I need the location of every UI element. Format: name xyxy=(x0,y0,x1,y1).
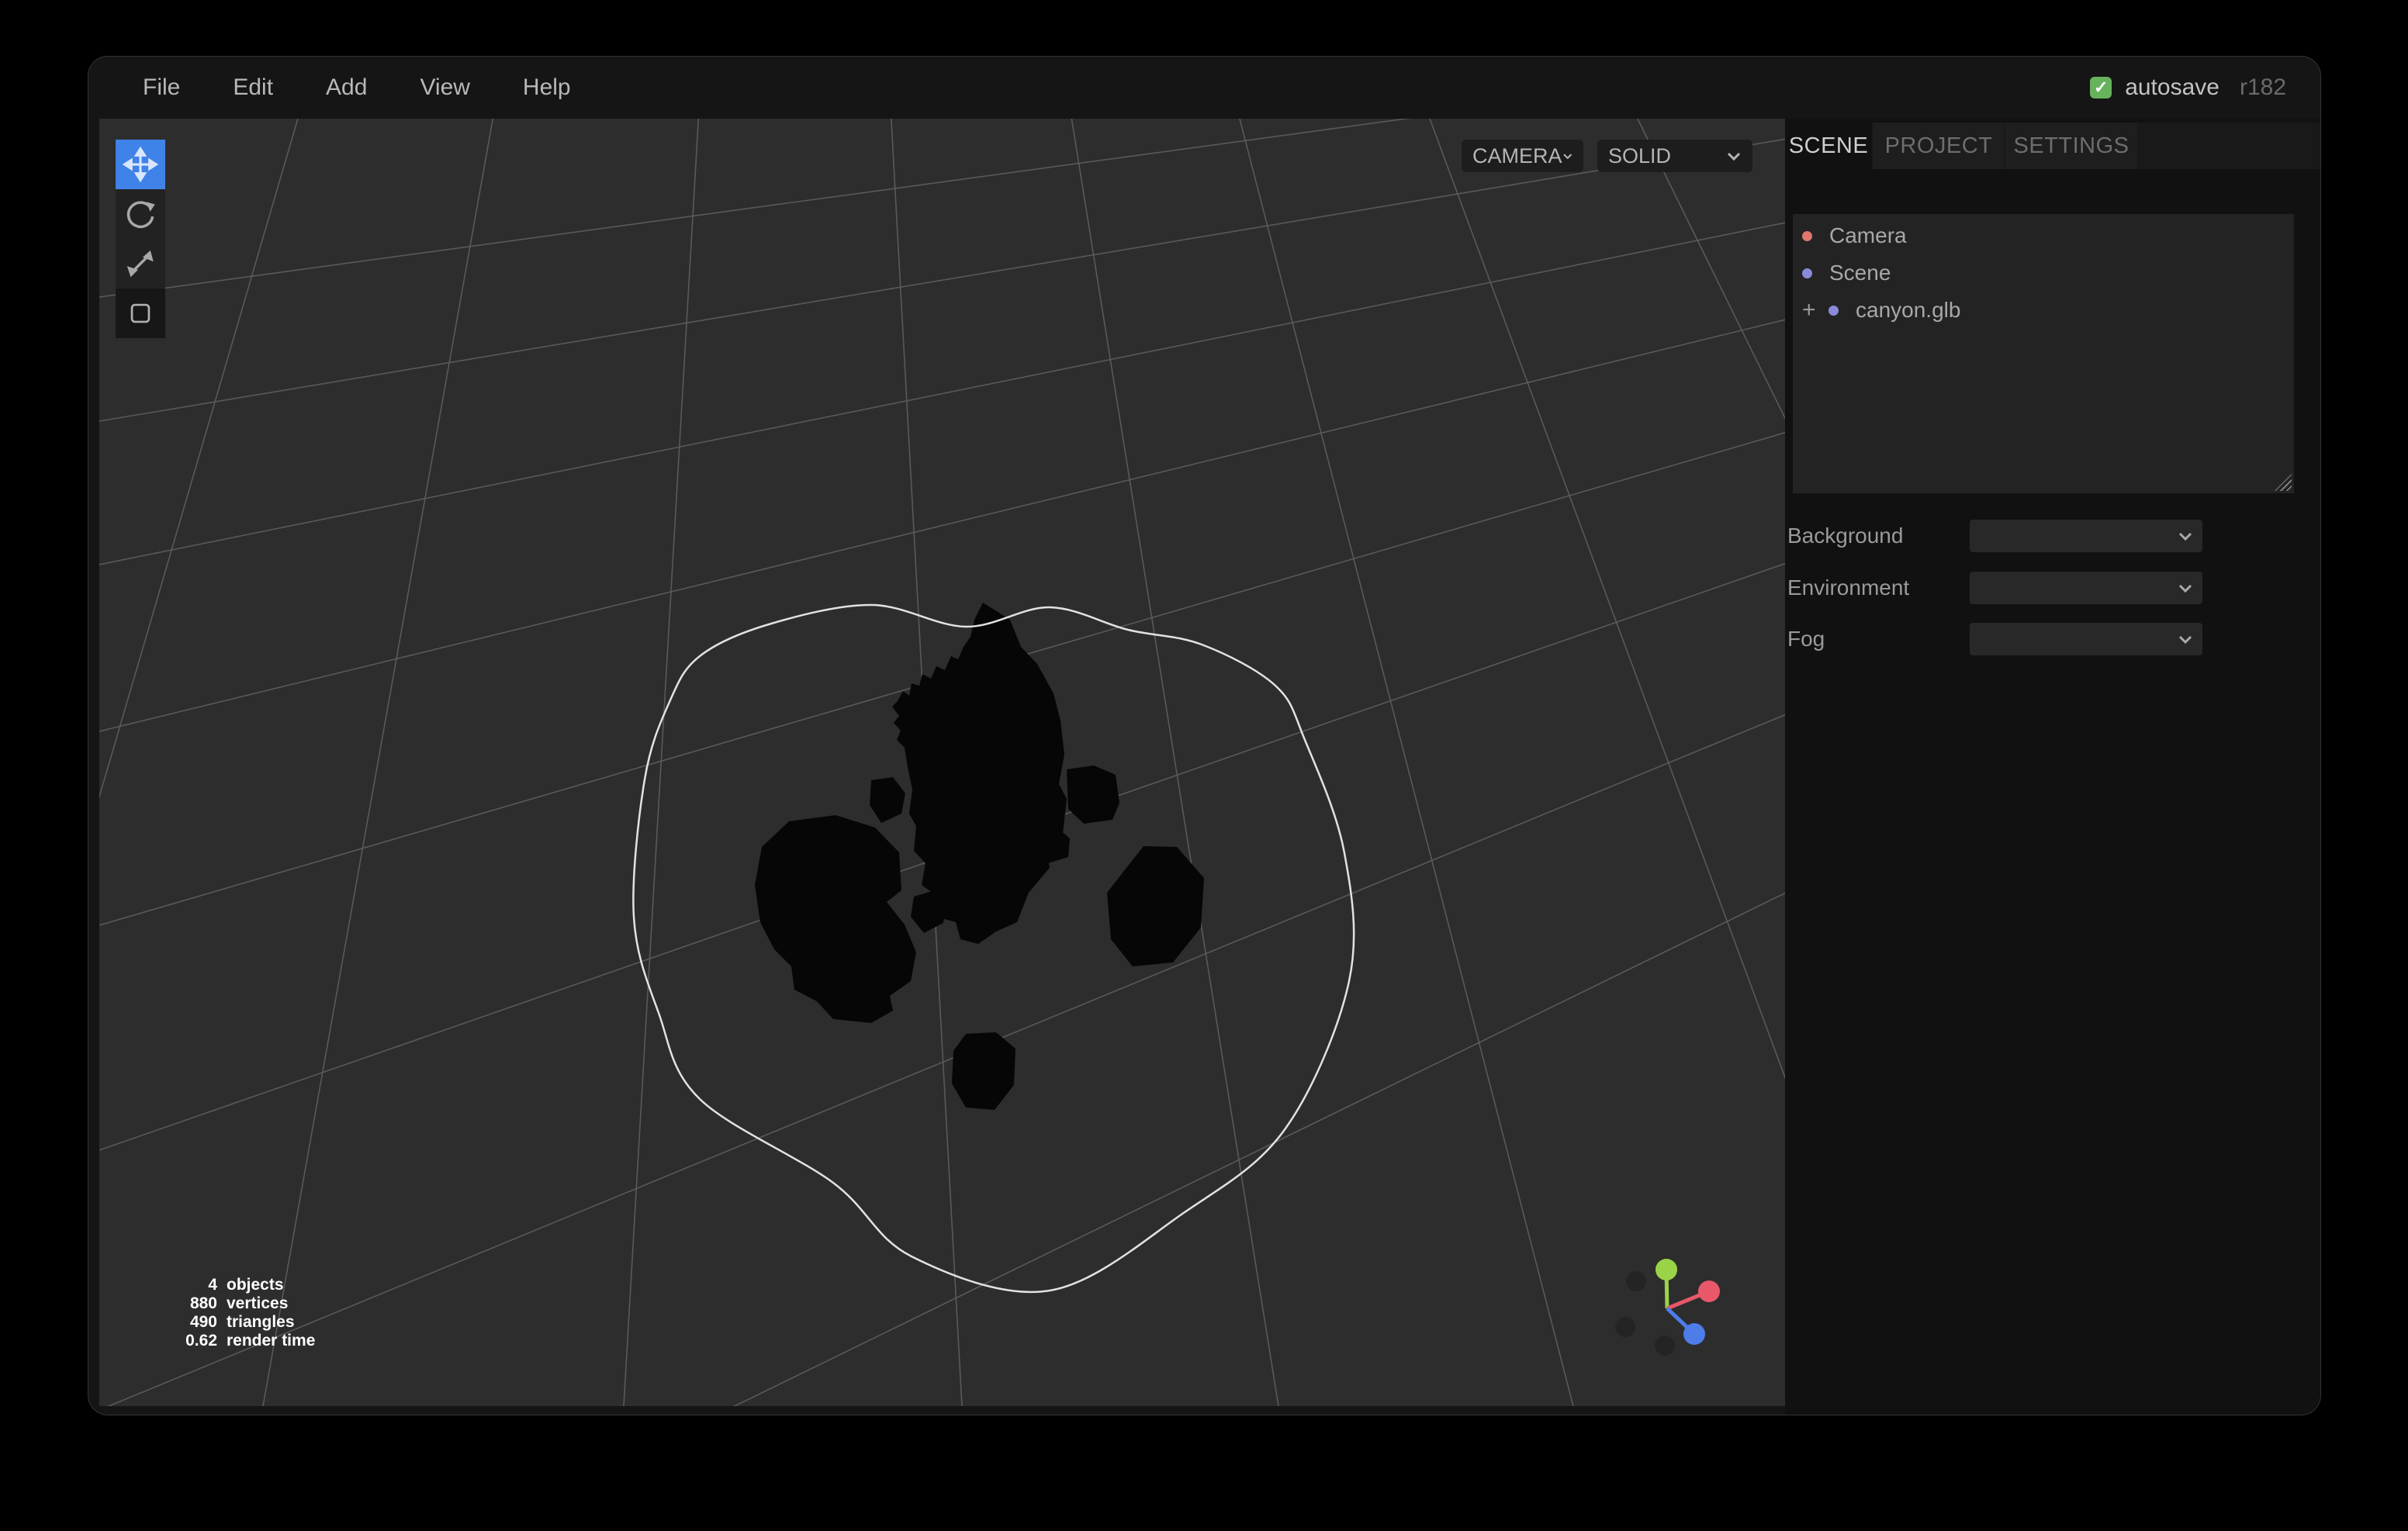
autosave-label: autosave xyxy=(2125,74,2219,101)
camera-select-value: CAMERA xyxy=(1472,144,1562,168)
outliner-item-label: Scene xyxy=(1829,261,1891,285)
object-dot-icon xyxy=(1828,306,1839,316)
stat-value: 490 xyxy=(174,1313,217,1332)
stat-value: 0.62 xyxy=(174,1332,217,1350)
fog-row: Fog xyxy=(1785,623,2321,655)
move-icon xyxy=(121,145,160,184)
local-world-toggle-button[interactable] xyxy=(116,289,165,338)
shading-select[interactable]: SOLID xyxy=(1597,140,1752,172)
environment-label: Environment xyxy=(1787,572,1909,604)
threejs-editor-window: File Edit Add View Help ✓ autosave r182 xyxy=(88,56,2321,1415)
tab-scene[interactable]: SCENE xyxy=(1785,123,1872,169)
render-stats: 4 objects 880 vertices 490 triangles 0.6… xyxy=(174,1276,315,1350)
chevron-down-icon xyxy=(1562,151,1572,161)
tab-settings[interactable]: SETTINGS xyxy=(2005,123,2137,169)
chevron-down-icon xyxy=(2178,634,2193,645)
stat-value: 4 xyxy=(174,1276,217,1294)
tab-project[interactable]: PROJECT xyxy=(1873,123,2004,169)
outliner-resize-handle[interactable] xyxy=(2275,474,2292,491)
camera-dot-icon xyxy=(1802,231,1812,241)
scene-canvas[interactable] xyxy=(99,119,1785,1406)
environment-select[interactable] xyxy=(1970,572,2202,604)
rotate-icon xyxy=(121,195,160,233)
menu-file[interactable]: File xyxy=(143,74,180,101)
menu-add[interactable]: Add xyxy=(326,74,367,101)
transform-toolbar xyxy=(116,140,165,338)
translate-tool-button[interactable] xyxy=(116,140,165,189)
rotate-tool-button[interactable] xyxy=(116,189,165,239)
background-label: Background xyxy=(1787,520,1903,552)
stat-label: render time xyxy=(227,1332,315,1350)
check-icon: ✓ xyxy=(2094,79,2108,96)
outliner-item-label: canyon.glb xyxy=(1856,298,1960,323)
outliner-item-label: Camera xyxy=(1829,223,1907,248)
revision-label: r182 xyxy=(2240,74,2286,101)
chevron-down-icon xyxy=(1726,151,1742,161)
autosave-cluster: ✓ autosave r182 xyxy=(2090,57,2286,119)
viewport-3d[interactable]: CAMERA SOLID 4 objects 880 vertices 490 … xyxy=(99,119,1785,1406)
fog-label: Fog xyxy=(1787,623,1825,655)
environment-row: Environment xyxy=(1785,572,2321,604)
outliner-item-canyon[interactable]: + canyon.glb xyxy=(1793,292,2294,329)
stat-label: triangles xyxy=(227,1313,315,1332)
scene-dot-icon xyxy=(1802,268,1812,278)
chevron-down-icon xyxy=(2178,531,2193,541)
axis-gizmo[interactable] xyxy=(1615,1259,1720,1356)
autosave-checkbox[interactable]: ✓ xyxy=(2090,77,2112,98)
stat-label: vertices xyxy=(227,1294,315,1313)
square-icon xyxy=(121,294,160,333)
chevron-down-icon xyxy=(2178,583,2193,593)
menu-view[interactable]: View xyxy=(420,74,469,101)
menu-help[interactable]: Help xyxy=(523,74,571,101)
stat-value: 880 xyxy=(174,1294,217,1313)
sidebar: SCENE PROJECT SETTINGS Camera Scene + ca… xyxy=(1785,119,2321,1415)
menu-edit[interactable]: Edit xyxy=(233,74,273,101)
outliner-item-camera[interactable]: Camera xyxy=(1793,217,2294,254)
scale-tool-button[interactable] xyxy=(116,239,165,289)
outliner-item-scene[interactable]: Scene xyxy=(1793,254,2294,292)
outliner-panel: Camera Scene + canyon.glb xyxy=(1793,214,2294,493)
fog-select[interactable] xyxy=(1970,623,2202,655)
shading-select-value: SOLID xyxy=(1608,144,1671,168)
background-row: Background xyxy=(1785,520,2321,552)
menubar: File Edit Add View Help ✓ autosave r182 xyxy=(88,57,2320,119)
background-select[interactable] xyxy=(1970,520,2202,552)
desktop: File Edit Add View Help ✓ autosave r182 xyxy=(0,0,2408,1531)
scale-icon xyxy=(121,244,160,283)
stat-label: objects xyxy=(227,1276,315,1294)
camera-select[interactable]: CAMERA xyxy=(1462,140,1583,172)
sidebar-tabbar: SCENE PROJECT SETTINGS xyxy=(1785,123,2321,169)
expand-plus-icon[interactable]: + xyxy=(1802,297,1828,323)
